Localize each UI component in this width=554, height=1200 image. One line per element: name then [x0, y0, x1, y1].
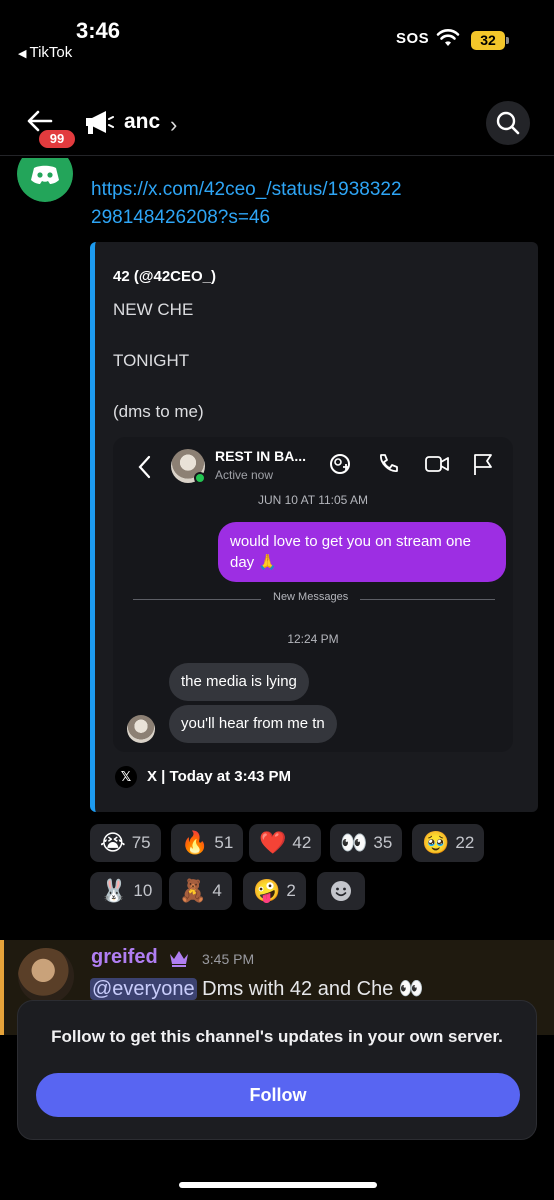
embed-line: NEW CHE — [113, 300, 194, 319]
embed-line: (dms to me) — [113, 402, 204, 421]
add-people-icon — [330, 454, 350, 474]
reaction-count: 10 — [133, 881, 153, 900]
wifi-icon — [436, 29, 460, 46]
reaction-chip[interactable]: 🧸 4 — [169, 872, 232, 910]
sos-indicator: SOS — [396, 30, 430, 47]
dm-incoming-bubble: the media is lying — [169, 663, 309, 701]
dm-incoming-bubble: you'll hear from me tn — [169, 705, 337, 743]
channel-name[interactable]: anc — [124, 110, 160, 134]
status-time: 3:46 — [76, 18, 121, 43]
reaction-count: 42 — [292, 833, 312, 852]
avatar-circle — [17, 158, 73, 202]
reaction-chip[interactable]: 😭 75 — [90, 824, 161, 862]
message-timestamp: 3:45 PM — [202, 951, 255, 967]
embed-author[interactable]: 42 (@42CEO_) — [113, 268, 216, 285]
search-icon — [496, 111, 520, 135]
channel-header: 99 anc › — [0, 96, 554, 156]
dm-contact-name: REST IN BA... — [215, 448, 307, 464]
reaction-chip[interactable]: 🔥 51 — [171, 824, 244, 862]
follow-channel-card: Follow to get this channel's updates in … — [17, 1000, 537, 1140]
follow-prompt: Follow to get this channel's updates in … — [51, 1027, 503, 1046]
reaction-chip[interactable]: 🤪 2 — [243, 872, 306, 910]
unread-badge: 99 — [37, 128, 77, 150]
reaction-emoji: 🤪 — [253, 878, 281, 903]
dm-sender-avatar — [127, 715, 155, 743]
reaction-chip[interactable]: 👀 35 — [330, 824, 403, 862]
video-camera-icon — [425, 456, 449, 472]
chevron-right-icon[interactable]: › — [170, 112, 177, 138]
everyone-mention[interactable]: @everyone — [90, 978, 197, 1000]
link-embed[interactable]: 42 (@42CEO_) NEW CHE TONIGHT (dms to me)… — [90, 242, 538, 812]
reaction-emoji: 🐰 — [100, 878, 128, 903]
reaction-count: 51 — [214, 833, 234, 852]
discord-logo-icon — [31, 165, 59, 184]
mention-highlight-bar — [0, 940, 4, 1035]
x-logo-icon: 𝕏 — [115, 766, 137, 788]
bot-avatar[interactable] — [17, 158, 73, 202]
tweet-link[interactable]: https://x.com/42ceo_/status/193832229814… — [91, 176, 411, 232]
dm-contact-status: Active now — [215, 468, 274, 482]
reaction-emoji: ❤️ — [259, 830, 287, 855]
reaction-count: 22 — [455, 833, 475, 852]
chevron-left-icon — [138, 455, 151, 479]
search-button[interactable] — [486, 101, 530, 145]
reaction-count: 35 — [373, 833, 393, 852]
phone-icon — [380, 454, 398, 472]
reaction-count: 2 — [286, 881, 296, 900]
reaction-count: 4 — [212, 881, 222, 900]
reaction-chip[interactable]: 🥹 22 — [412, 824, 485, 862]
battery-indicator: 32 — [471, 31, 505, 50]
online-dot — [194, 472, 206, 484]
dm-outgoing-bubble: would love to get you on stream one day … — [218, 522, 506, 582]
avatar[interactable] — [18, 948, 74, 1004]
flag-icon — [474, 454, 492, 475]
add-reaction-button[interactable] — [317, 872, 365, 910]
status-bar: 3:46 ◀ TikTok SOS 32 — [0, 0, 554, 70]
message-author[interactable]: greifed — [91, 946, 158, 969]
reaction-chip[interactable]: ❤️ 42 — [249, 824, 322, 862]
add-reaction-icon — [331, 881, 351, 901]
message-text: @everyone Dms with 42 and Che 👀 — [90, 976, 424, 1001]
embed-image-dm-screenshot[interactable]: REST IN BA... Active now JUN 10 AT 11:05… — [113, 437, 513, 752]
dm-time: 12:24 PM — [287, 632, 339, 646]
crown-icon — [170, 951, 188, 967]
message-body: Dms with 42 and Che 👀 — [196, 978, 424, 1000]
battery-cap — [506, 37, 509, 44]
reaction-count: 75 — [131, 833, 151, 852]
reaction-emoji: 🧸 — [179, 878, 207, 903]
reaction-emoji: 😭 — [100, 830, 126, 855]
home-indicator[interactable] — [179, 1182, 377, 1188]
back-app-label: TikTok — [29, 44, 73, 61]
reaction-emoji: 👀 — [340, 830, 368, 855]
dm-date: JUN 10 AT 11:05 AM — [257, 493, 369, 507]
new-messages-label: New Messages — [261, 591, 361, 603]
back-to-app-link[interactable]: ◀ TikTok — [18, 44, 72, 61]
reaction-chip[interactable]: 🐰 10 — [90, 872, 163, 910]
embed-line: TONIGHT — [113, 351, 190, 370]
announcement-megaphone-icon — [86, 111, 114, 134]
back-triangle-icon: ◀ — [18, 48, 27, 60]
embed-footer: X | Today at 3:43 PM — [147, 768, 291, 785]
reaction-emoji: 🔥 — [181, 830, 209, 855]
follow-button[interactable]: Follow — [36, 1073, 520, 1117]
reaction-emoji: 🥹 — [422, 830, 450, 855]
